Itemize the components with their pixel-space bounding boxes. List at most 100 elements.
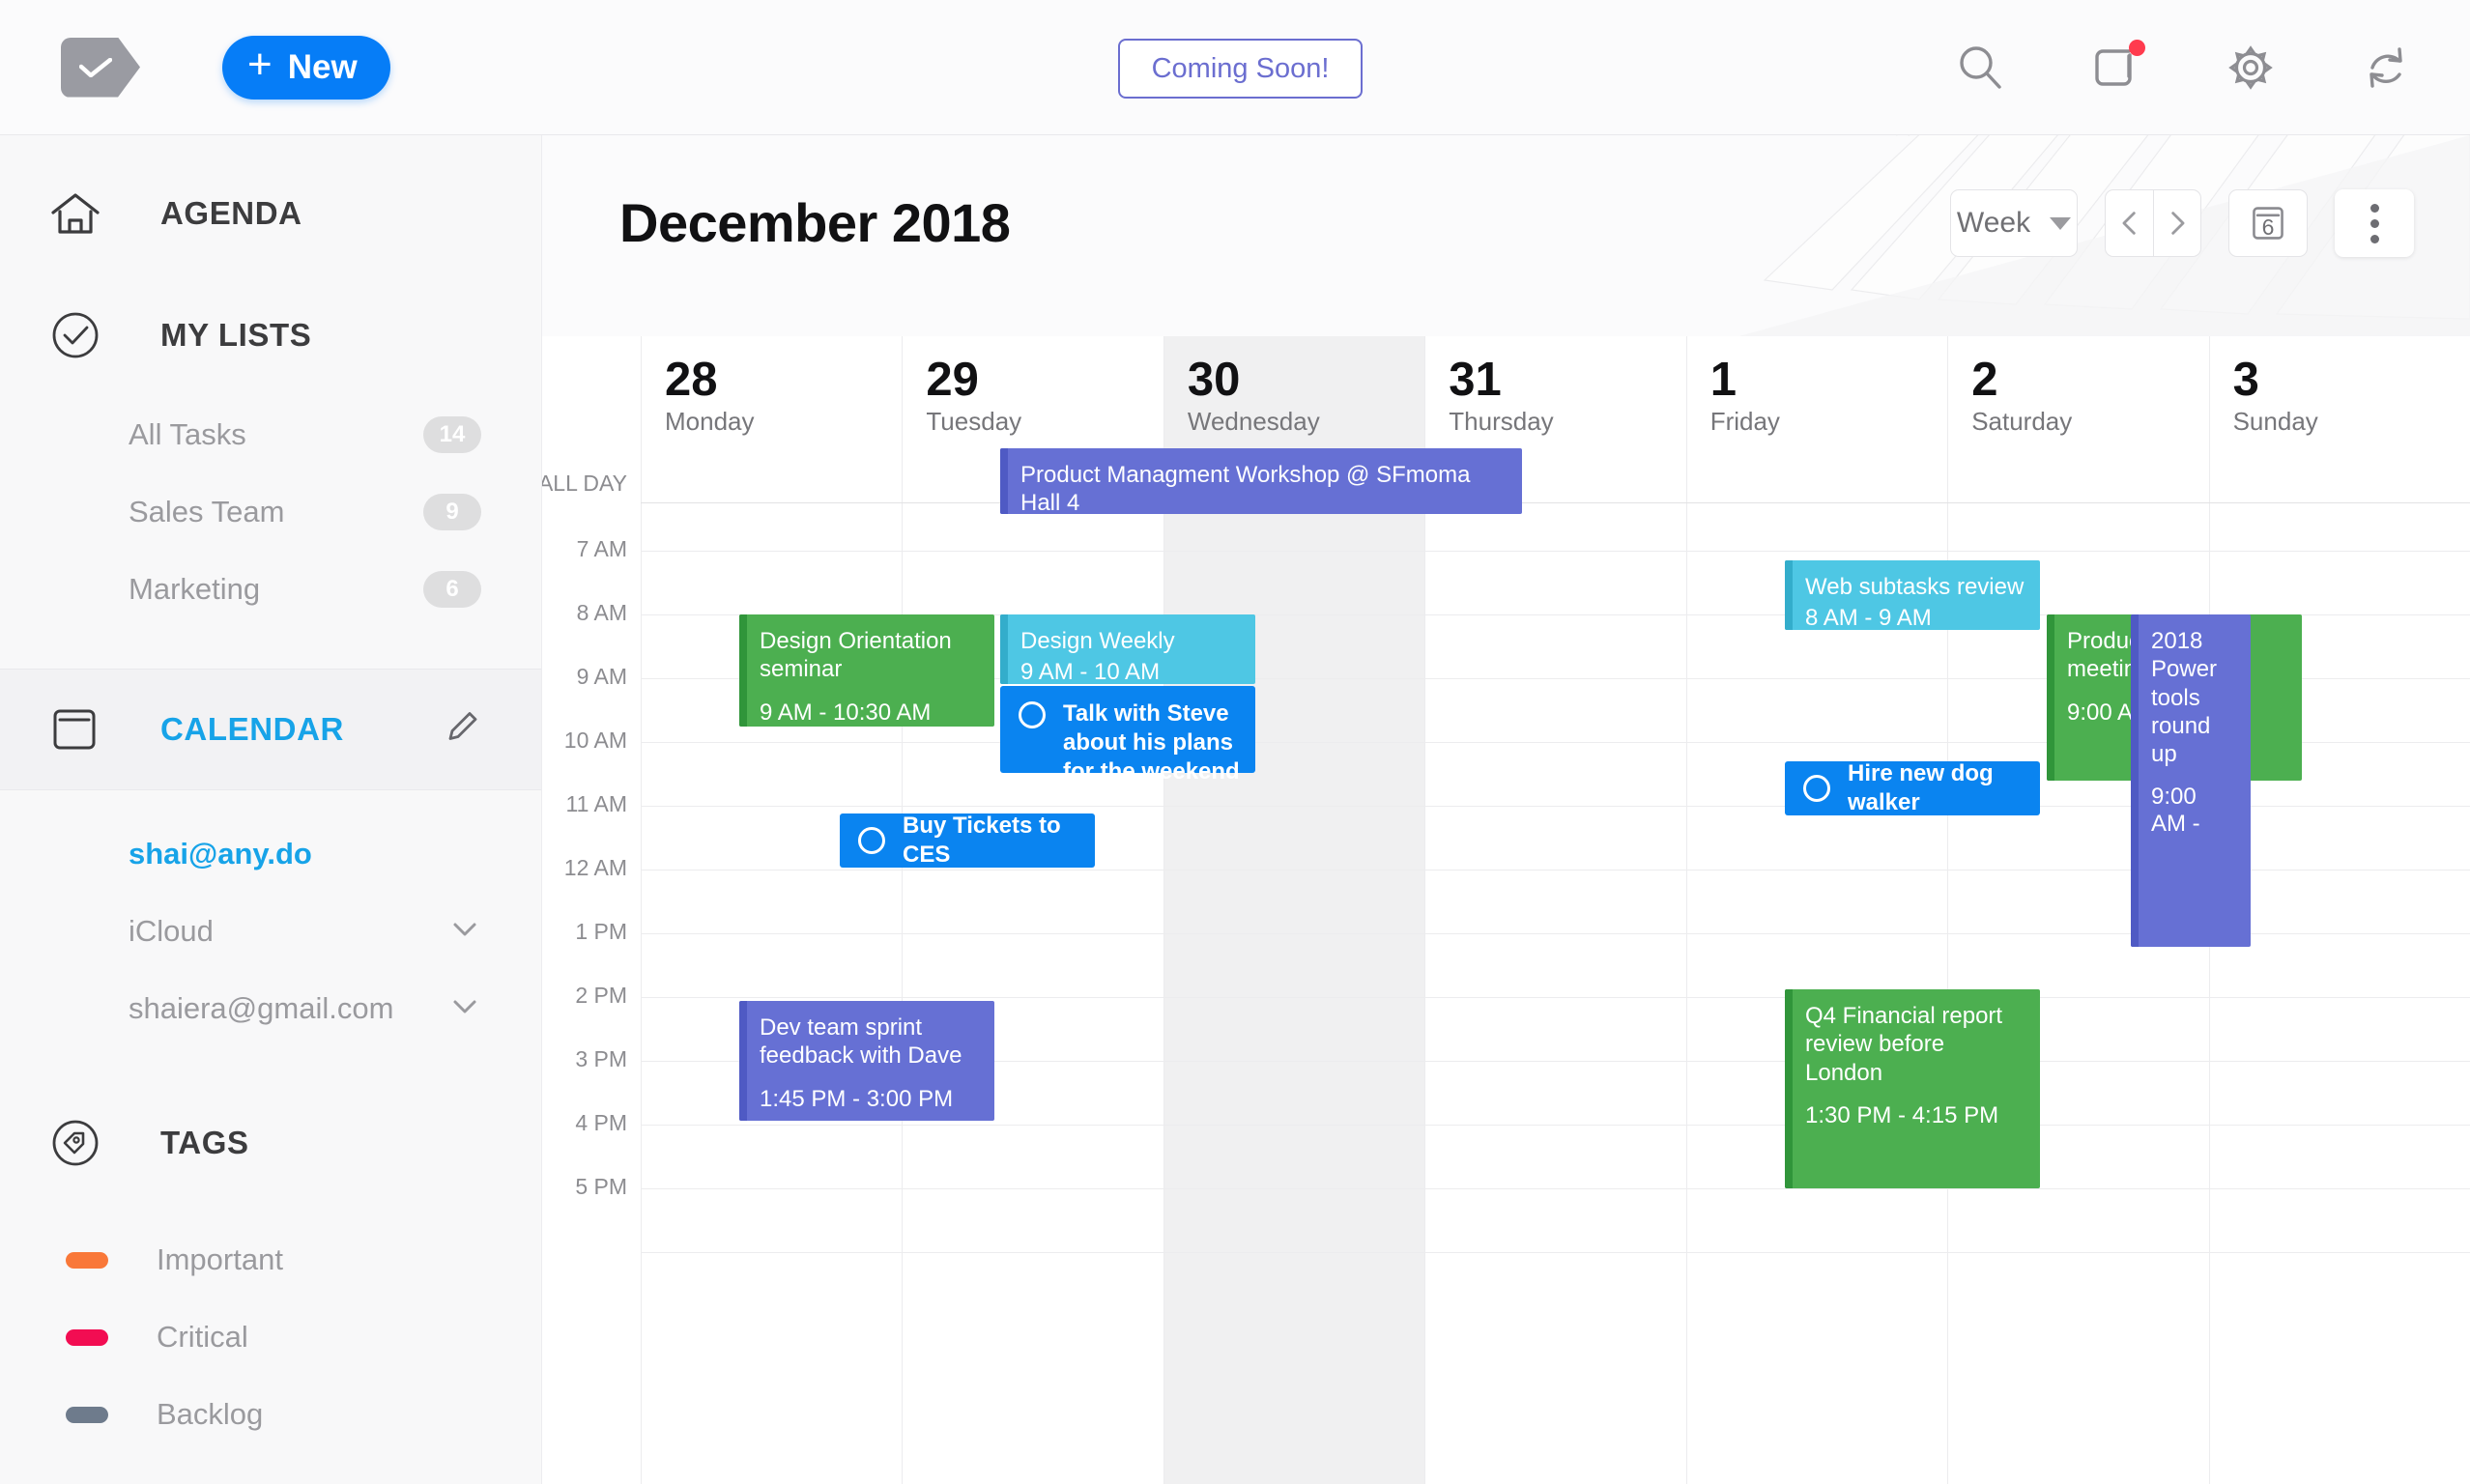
today-button[interactable]: 6 xyxy=(2228,189,2308,257)
sidebar-tag-critical[interactable]: Critical xyxy=(0,1298,541,1376)
tag-color-chip xyxy=(66,1406,108,1423)
home-icon xyxy=(50,191,110,236)
notification-badge-dot xyxy=(2129,40,2145,56)
more-menu-button[interactable] xyxy=(2335,189,2414,257)
sidebar-tag-backlog[interactable]: Backlog xyxy=(0,1376,541,1453)
sidebar-list-all-tasks[interactable]: All Tasks 14 xyxy=(0,396,541,473)
day-name: Tuesday xyxy=(926,407,1022,437)
prev-week-button[interactable] xyxy=(2106,190,2153,256)
grid-line xyxy=(641,1188,2470,1189)
event-accent-bar xyxy=(1000,448,1008,514)
time-label: 8 AM xyxy=(576,600,627,625)
notifications-icon[interactable] xyxy=(2089,40,2145,94)
kebab-dot xyxy=(2369,203,2379,213)
top-bar: + New Coming Soon! xyxy=(0,0,2470,135)
search-icon[interactable] xyxy=(1954,42,2006,94)
next-week-button[interactable] xyxy=(2153,190,2200,256)
event-time: 9:00 AM - xyxy=(2151,784,2200,838)
time-label: 11 AM xyxy=(565,791,628,816)
gear-icon[interactable] xyxy=(2225,42,2277,94)
event-accent-bar xyxy=(2047,614,2054,781)
sidebar-item-my-lists[interactable]: MY LISTS xyxy=(0,274,541,396)
sidebar-tag-important[interactable]: Important xyxy=(0,1221,541,1298)
sidebar-list-marketing[interactable]: Marketing 6 xyxy=(0,551,541,628)
task-label: Hire new dog walker xyxy=(1848,760,1994,815)
event-2018-power-tools-round-up[interactable]: 2018 Power tools round up 9:00 AM - xyxy=(2131,614,2251,947)
time-label: 5 PM xyxy=(575,1174,627,1199)
sidebar-item-my-lists-label: MY LISTS xyxy=(160,317,312,353)
sidebar-item-agenda-label: AGENDA xyxy=(160,195,302,231)
grid-line xyxy=(641,1252,2470,1253)
task-buy-tickets-to-ces[interactable]: Buy Tickets to CES xyxy=(840,813,1095,868)
day-column-friday[interactable]: 1 Friday xyxy=(1685,336,1947,1484)
coming-soon-button[interactable]: Coming Soon! xyxy=(1118,39,1363,99)
event-design-weekly[interactable]: Design Weekly 9 AM - 10 AM xyxy=(1000,614,1255,684)
kebab-dot xyxy=(2369,234,2379,243)
event-time: 1:30 PM - 4:15 PM xyxy=(1805,1101,1999,1128)
time-label: 4 PM xyxy=(575,1110,627,1135)
event-accent-bar xyxy=(1000,614,1008,684)
time-label: 3 PM xyxy=(575,1046,627,1071)
sidebar-item-agenda[interactable]: AGENDA xyxy=(0,153,541,274)
time-label: 2 PM xyxy=(575,983,627,1008)
list-label: All Tasks xyxy=(129,417,246,451)
list-label: Sales Team xyxy=(129,495,285,528)
sidebar-account-shai-anydo[interactable]: shai@any.do xyxy=(0,815,541,893)
task-talk-with-steve[interactable]: Talk with Steve about his plans for the … xyxy=(1000,686,1255,785)
day-number: 2 xyxy=(1971,354,1998,406)
sync-icon[interactable] xyxy=(2360,42,2412,94)
day-number: 31 xyxy=(1449,354,1502,406)
day-name: Sunday xyxy=(2232,407,2318,437)
event-accent-bar xyxy=(1785,560,1793,630)
kebab-dot xyxy=(2369,218,2379,228)
event-time: 9 AM - 10 AM xyxy=(1020,659,1161,684)
calendar-toolbar: Week 6 xyxy=(1950,189,2414,257)
event-title: Product Managment Workshop @ SFmoma Hall… xyxy=(1020,462,1471,514)
new-button[interactable]: + New xyxy=(222,35,390,100)
sidebar-account-shaiera-gmail[interactable]: shaiera@gmail.com xyxy=(0,970,541,1047)
time-label: 9 AM xyxy=(576,664,627,689)
event-accent-bar xyxy=(739,614,747,727)
day-name: Saturday xyxy=(1971,407,2073,437)
day-column-monday[interactable]: 28 Monday xyxy=(641,336,902,1484)
day-name: Friday xyxy=(1709,407,1780,437)
today-day-number: 6 xyxy=(2261,214,2275,240)
sidebar: AGENDA MY LISTS All Tasks 14 Sales Team … xyxy=(0,135,542,1484)
event-web-subtasks-review[interactable]: Web subtasks review 8 AM - 9 AM xyxy=(1785,560,2040,630)
task-hire-new-dog-walker[interactable]: Hire new dog walker xyxy=(1785,760,2040,815)
chevron-right-icon xyxy=(2171,212,2185,235)
view-select-week[interactable]: Week xyxy=(1950,189,2078,257)
task-checkbox-icon[interactable] xyxy=(858,827,885,854)
pencil-icon[interactable] xyxy=(443,708,481,752)
event-design-orientation-seminar[interactable]: Design Orientation seminar 9 AM - 10:30 … xyxy=(739,614,994,727)
time-label-all-day: ALL DAY xyxy=(542,471,627,496)
day-number: 1 xyxy=(1709,354,1737,406)
sidebar-item-tags-label: TAGS xyxy=(160,1125,249,1160)
tag-color-chip xyxy=(66,1328,108,1346)
grid-line xyxy=(641,997,2470,998)
account-label: shai@any.do xyxy=(129,837,312,870)
event-title: Dev team sprint feedback with Dave xyxy=(760,1014,962,1070)
day-name: Wednesday xyxy=(1187,407,1320,437)
event-product-management-workshop[interactable]: Product Managment Workshop @ SFmoma Hall… xyxy=(1000,448,1522,514)
sidebar-item-tags[interactable]: TAGS xyxy=(0,1082,541,1204)
new-button-label: New xyxy=(287,47,358,86)
chevron-down-icon[interactable] xyxy=(448,913,481,951)
day-number: 30 xyxy=(1187,354,1241,406)
day-name: Monday xyxy=(665,407,755,437)
calendar-icon xyxy=(50,705,110,754)
sidebar-item-calendar[interactable]: CALENDAR xyxy=(0,669,541,790)
task-checkbox-icon[interactable] xyxy=(1019,701,1046,728)
event-q4-financial-report-review[interactable]: Q4 Financial report review before London… xyxy=(1785,989,2040,1188)
chevron-down-icon xyxy=(2050,216,2072,230)
chevron-down-icon[interactable] xyxy=(448,990,481,1028)
task-checkbox-icon[interactable] xyxy=(1803,775,1830,802)
event-dev-team-sprint-feedback[interactable]: Dev team sprint feedback with Dave 1:45 … xyxy=(739,1001,994,1121)
task-label: Talk with Steve about his plans for the … xyxy=(1063,700,1240,785)
app-logo[interactable] xyxy=(61,37,140,98)
sidebar-list-sales-team[interactable]: Sales Team 9 xyxy=(0,473,541,551)
time-gutter: ALL DAY 7 AM 8 AM 9 AM 10 AM 11 AM 12 AM… xyxy=(542,336,641,1484)
day-header: 3 Sunday xyxy=(2210,336,2470,477)
list-count-badge: 6 xyxy=(423,571,481,608)
sidebar-account-icloud[interactable]: iCloud xyxy=(0,893,541,970)
